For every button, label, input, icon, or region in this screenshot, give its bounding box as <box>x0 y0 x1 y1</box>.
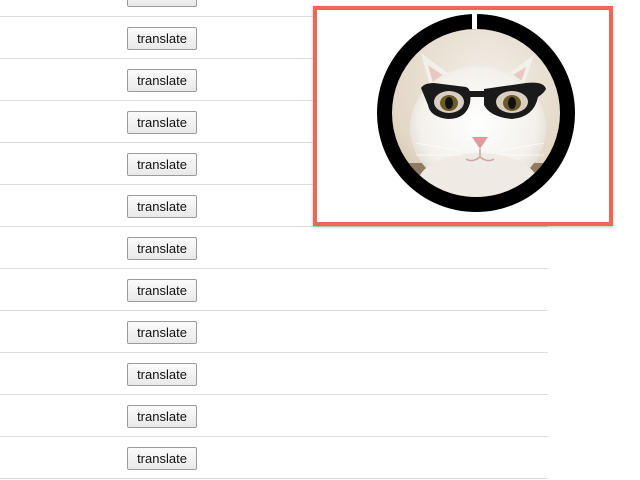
translate-button[interactable]: translate <box>127 27 197 50</box>
translate-button[interactable]: translate <box>127 153 197 176</box>
translate-button[interactable]: translate <box>127 69 197 92</box>
translate-button[interactable]: translate <box>127 237 197 260</box>
list-row: translate <box>0 227 548 269</box>
list-row: translate <box>0 311 548 353</box>
list-row: translate <box>0 269 548 311</box>
translate-button[interactable]: translate <box>127 195 197 218</box>
list-row: translate <box>0 395 548 437</box>
translate-button[interactable]: translate <box>127 321 197 344</box>
translate-button[interactable]: translate <box>127 279 197 302</box>
list-row: translate <box>0 353 548 395</box>
page: translate translate translate translate … <box>0 0 640 480</box>
translate-button[interactable]: translate <box>127 0 197 7</box>
translate-button[interactable]: translate <box>127 405 197 428</box>
list-row: translate <box>0 437 548 479</box>
avatar[interactable] <box>376 13 576 213</box>
translate-button[interactable]: translate <box>127 447 197 470</box>
translate-button[interactable]: translate <box>127 111 197 134</box>
translate-button[interactable]: translate <box>127 363 197 386</box>
